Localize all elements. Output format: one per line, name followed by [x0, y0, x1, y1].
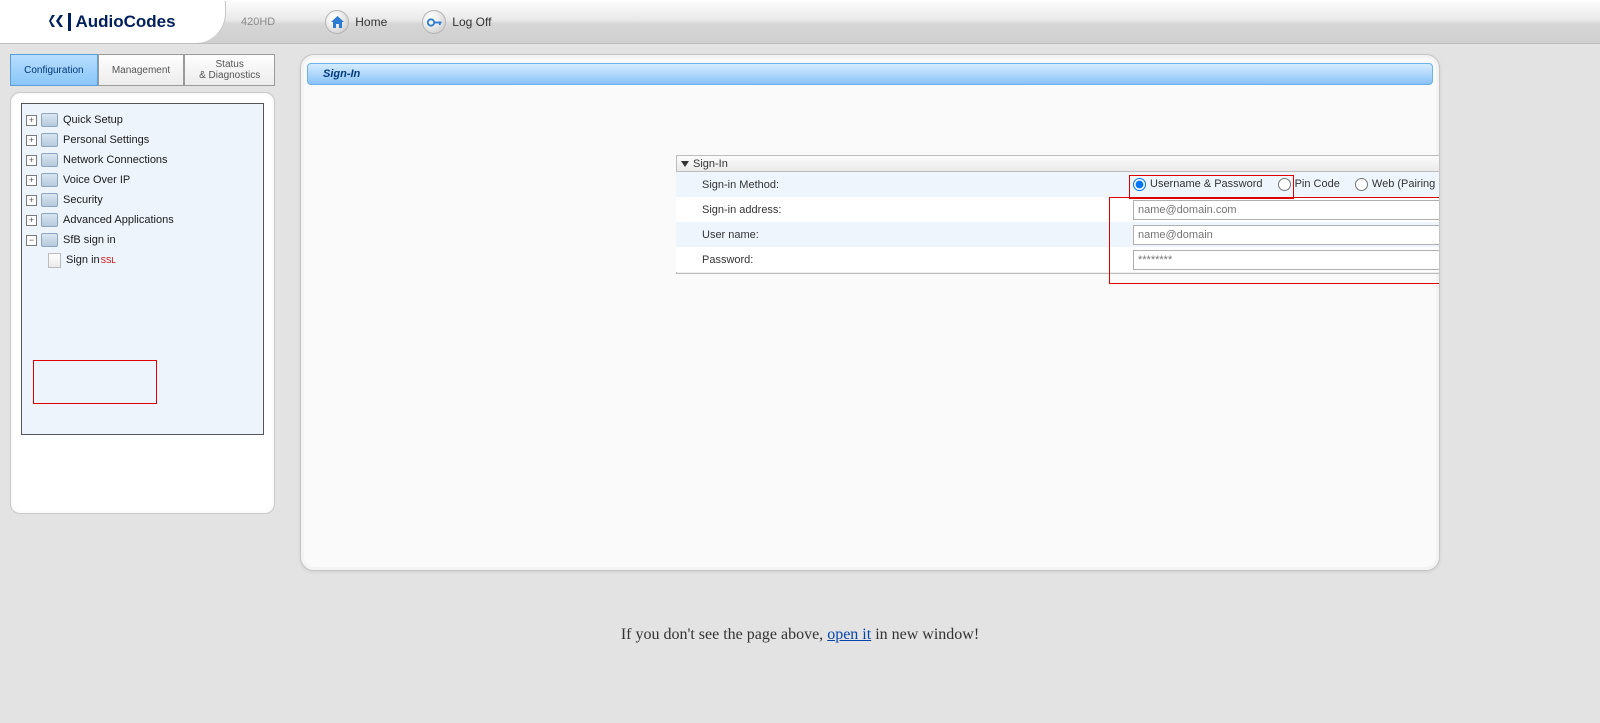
expand-icon[interactable]: +: [26, 135, 37, 146]
tree-quick-setup[interactable]: +Quick Setup: [26, 110, 259, 130]
expand-icon[interactable]: +: [26, 115, 37, 126]
content-panel: Sign-In Sign-In Sign-in Method: Username…: [300, 54, 1440, 571]
radio-web-pairing[interactable]: Web (Pairing Code): [1355, 178, 1440, 190]
password-input[interactable]: [1133, 250, 1440, 270]
radio-input-web-pairing[interactable]: [1355, 178, 1368, 191]
nav-tree: +Quick Setup +Personal Settings +Network…: [21, 103, 264, 435]
collapse-icon[interactable]: −: [26, 235, 37, 246]
key-icon: [422, 10, 446, 34]
radio-pin-code[interactable]: Pin Code: [1278, 178, 1340, 190]
folder-icon: [41, 173, 58, 187]
section-header[interactable]: Sign-In: [676, 155, 1440, 172]
label-address: Sign-in address:: [676, 197, 1133, 222]
label-username: User name:: [676, 222, 1133, 247]
device-model: 420HD: [241, 16, 275, 28]
brand-logo: AudioCodes: [0, 1, 226, 43]
top-toolbar: AudioCodes 420HD Home Log Off: [0, 0, 1600, 44]
tree-voice-over-ip[interactable]: +Voice Over IP: [26, 170, 259, 190]
home-icon: [325, 10, 349, 34]
section-footer: [676, 272, 1440, 274]
label-password: Password:: [676, 247, 1133, 272]
tree-network-connections[interactable]: +Network Connections: [26, 150, 259, 170]
radio-input-username-password[interactable]: [1133, 178, 1146, 191]
tree-sign-in[interactable]: Sign inSSL: [26, 250, 259, 270]
tab-management[interactable]: Management: [98, 54, 185, 86]
sign-in-form: Sign-In Sign-in Method: Username & Passw…: [676, 155, 1440, 301]
sidebar-tabs: Configuration Management Status & Diagno…: [10, 54, 275, 86]
radio-input-pin-code[interactable]: [1278, 178, 1291, 191]
label-method: Sign-in Method:: [676, 172, 1133, 197]
radio-username-password[interactable]: Username & Password: [1133, 178, 1263, 190]
tree-personal-settings[interactable]: +Personal Settings: [26, 130, 259, 150]
ssl-badge: SSL: [101, 256, 116, 265]
tree-security[interactable]: +Security: [26, 190, 259, 210]
tab-configuration[interactable]: Configuration: [10, 54, 98, 86]
footer-note: If you don't see the page above, open it…: [0, 626, 1600, 644]
form-table: Sign-in Method: Username & Password Pin …: [676, 172, 1440, 272]
home-label: Home: [355, 15, 387, 29]
expand-icon[interactable]: +: [26, 195, 37, 206]
sidebar-panel: +Quick Setup +Personal Settings +Network…: [10, 92, 275, 514]
brand-mark-icon: [49, 13, 71, 31]
content-title: Sign-In: [307, 63, 1433, 85]
username-input[interactable]: [1133, 225, 1440, 245]
brand-text: AudioCodes: [75, 12, 175, 32]
expand-icon[interactable]: +: [26, 175, 37, 186]
chevron-down-icon: [681, 161, 689, 167]
tree-sfb-sign-in[interactable]: −SfB sign in: [26, 230, 259, 250]
folder-icon: [41, 153, 58, 167]
folder-icon: [41, 213, 58, 227]
folder-icon: [41, 113, 58, 127]
page-icon: [48, 253, 61, 268]
tree-advanced-applications[interactable]: +Advanced Applications: [26, 210, 259, 230]
content-wrap: Sign-In Sign-In Sign-in Method: Username…: [300, 54, 1590, 571]
folder-icon: [41, 233, 58, 247]
logoff-label: Log Off: [452, 15, 491, 29]
logoff-button[interactable]: Log Off: [422, 10, 491, 34]
tab-status-diagnostics[interactable]: Status & Diagnostics: [184, 54, 275, 86]
open-new-window-link[interactable]: open it: [827, 626, 871, 643]
expand-icon[interactable]: +: [26, 215, 37, 226]
method-radios: Username & Password Pin Code Web (Pairin…: [1133, 172, 1440, 197]
expand-icon[interactable]: +: [26, 155, 37, 166]
signin-address-input[interactable]: [1133, 200, 1440, 220]
sidebar: Configuration Management Status & Diagno…: [10, 54, 275, 514]
home-button[interactable]: Home: [325, 10, 387, 34]
page-body: Configuration Management Status & Diagno…: [0, 44, 1600, 571]
folder-icon: [41, 193, 58, 207]
folder-icon: [41, 133, 58, 147]
